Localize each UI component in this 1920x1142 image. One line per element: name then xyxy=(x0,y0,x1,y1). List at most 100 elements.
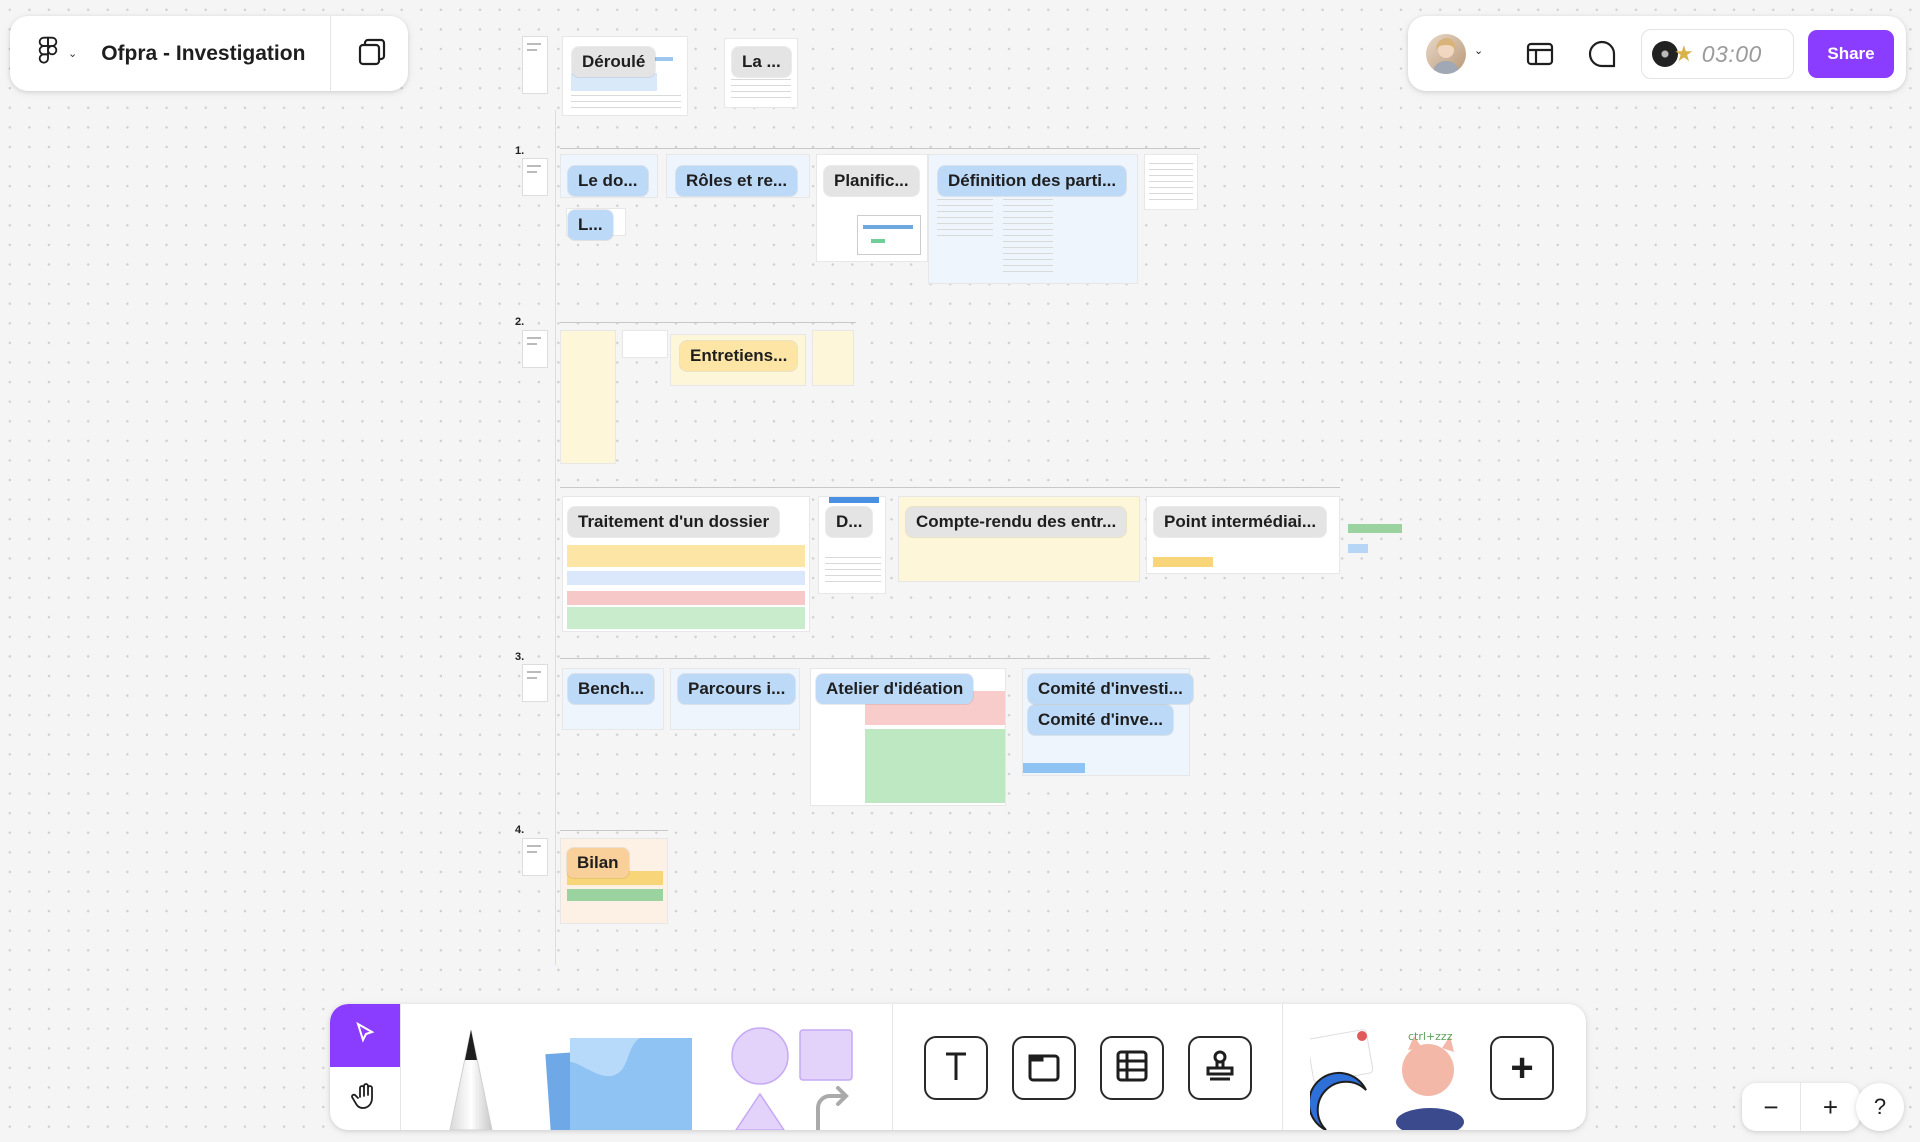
board-content xyxy=(567,607,805,629)
board-misc[interactable] xyxy=(1144,154,1198,210)
share-button[interactable]: Share xyxy=(1808,30,1894,78)
sticky-note-icon xyxy=(540,1038,702,1130)
help-button[interactable]: ? xyxy=(1856,1083,1904,1131)
frame-label[interactable]: Compte-rendu des entr... xyxy=(906,507,1127,537)
section-tool[interactable] xyxy=(1012,1036,1076,1100)
avatar[interactable] xyxy=(1426,34,1466,74)
section-header xyxy=(560,830,668,834)
divider xyxy=(892,1004,893,1130)
main-menu-button[interactable]: ⌄ xyxy=(10,16,77,91)
pages-button[interactable] xyxy=(354,36,390,72)
frame-label[interactable]: Parcours i... xyxy=(678,674,796,704)
sticky-cluster[interactable] xyxy=(1348,544,1368,553)
board-content xyxy=(1149,163,1193,203)
board-content xyxy=(857,215,921,255)
board-small[interactable] xyxy=(622,330,668,358)
frame-label[interactable]: Comité d'inve... xyxy=(1028,705,1173,735)
zoom-controls: − + xyxy=(1742,1083,1860,1131)
layout-button[interactable] xyxy=(1524,38,1556,70)
timer-display: 03:00 xyxy=(1701,40,1762,67)
stamp-icon xyxy=(1200,1046,1240,1091)
section-header xyxy=(560,148,1200,152)
frame-label[interactable]: Atelier d'idéation xyxy=(816,674,974,704)
more-tools-button[interactable]: + xyxy=(1490,1036,1554,1100)
board-content xyxy=(871,239,885,243)
doc-thumbnail[interactable] xyxy=(522,158,548,196)
frame-label[interactable]: La ... xyxy=(732,47,791,77)
comment-icon xyxy=(1586,40,1618,74)
board-content xyxy=(567,571,805,585)
stamp-tool[interactable] xyxy=(1188,1036,1252,1100)
sticky-note-tool[interactable] xyxy=(540,1032,702,1130)
comment-button[interactable] xyxy=(1586,38,1618,70)
chevron-down-icon[interactable]: ⌄ xyxy=(1474,44,1483,57)
doc-thumbnail[interactable] xyxy=(522,36,548,94)
doc-thumbnail[interactable] xyxy=(522,330,548,368)
section-number: 1. xyxy=(515,145,525,157)
bottom-toolbar: ctrl+zzz + xyxy=(330,1004,1586,1130)
board-entretiens-list[interactable] xyxy=(560,330,616,464)
section-connector-line xyxy=(555,110,556,965)
board-content xyxy=(937,199,993,239)
hand-tool[interactable] xyxy=(330,1067,400,1130)
section-icon xyxy=(1024,1046,1064,1091)
frame-label[interactable]: Bilan xyxy=(567,848,629,878)
section-number: 4. xyxy=(515,824,525,836)
doc-thumbnail[interactable] xyxy=(522,664,548,702)
frame-label[interactable]: Planific... xyxy=(824,166,919,196)
section-number: 2. xyxy=(515,316,525,328)
frame-label[interactable]: Traitement d'un dossier xyxy=(568,507,780,537)
cursor-icon xyxy=(353,1021,377,1050)
frame-label[interactable]: Entretiens... xyxy=(680,341,798,371)
board-content xyxy=(1153,557,1213,567)
pen-tool[interactable] xyxy=(440,1026,502,1130)
frame-label[interactable]: Le do... xyxy=(568,166,648,196)
frame-label[interactable]: Point intermédiai... xyxy=(1154,507,1327,537)
divider xyxy=(330,16,331,91)
board-content xyxy=(567,591,805,605)
chevron-down-icon: ⌄ xyxy=(68,48,78,60)
svg-text:ctrl+zzz: ctrl+zzz xyxy=(1408,1030,1453,1043)
figma-logo-icon xyxy=(36,36,60,71)
section-number: 3. xyxy=(515,651,525,663)
zoom-in-button[interactable]: + xyxy=(1801,1083,1860,1131)
board-content xyxy=(1003,199,1053,275)
plus-icon: + xyxy=(1822,1091,1839,1122)
frame-label[interactable]: Rôles et re... xyxy=(676,166,798,196)
shapes-icon xyxy=(730,1027,860,1130)
stickers-icon: ctrl+zzz xyxy=(1306,1029,1470,1130)
collaboration-panel: ⌄ ★ 03:00 Share xyxy=(1408,16,1906,91)
whiteboard-canvas[interactable]: Déroulé La ... 1. Le do... Rôles et re..… xyxy=(0,0,1920,1142)
table-icon xyxy=(1112,1046,1152,1091)
star-icon: ★ xyxy=(1674,41,1694,66)
layout-icon xyxy=(1524,42,1556,74)
table-tool[interactable] xyxy=(1100,1036,1164,1100)
doc-thumbnail[interactable] xyxy=(522,838,548,876)
frame-label[interactable]: D... xyxy=(826,507,873,537)
frame-label[interactable]: L... xyxy=(568,210,613,240)
frame-label[interactable]: Bench... xyxy=(568,674,655,704)
help-icon: ? xyxy=(1873,1094,1887,1119)
board-content xyxy=(567,889,663,901)
text-tool[interactable] xyxy=(924,1036,988,1100)
timer-widget[interactable]: ★ 03:00 xyxy=(1641,29,1794,79)
frame-label[interactable]: Déroulé xyxy=(572,47,656,77)
file-title[interactable]: Ofpra - Investigation xyxy=(101,42,305,66)
zoom-out-button[interactable]: − xyxy=(1742,1083,1801,1131)
hand-icon xyxy=(350,1081,380,1116)
board-content xyxy=(829,497,879,503)
frame-label[interactable]: Définition des parti... xyxy=(938,166,1127,196)
shapes-tool[interactable] xyxy=(730,1026,860,1130)
board-content xyxy=(863,225,913,229)
pages-icon xyxy=(357,37,387,72)
board-content xyxy=(731,79,791,103)
sticky-cluster[interactable] xyxy=(1348,524,1402,533)
board-content xyxy=(567,545,805,567)
divider xyxy=(1282,1004,1283,1130)
select-tool[interactable] xyxy=(330,1004,400,1067)
stickers-tool[interactable]: ctrl+zzz xyxy=(1306,1026,1470,1130)
frame-label[interactable]: Comité d'investi... xyxy=(1028,674,1193,704)
board-content xyxy=(865,729,1005,803)
board-entretiens-notes[interactable] xyxy=(812,330,854,386)
pen-icon xyxy=(440,1029,502,1130)
